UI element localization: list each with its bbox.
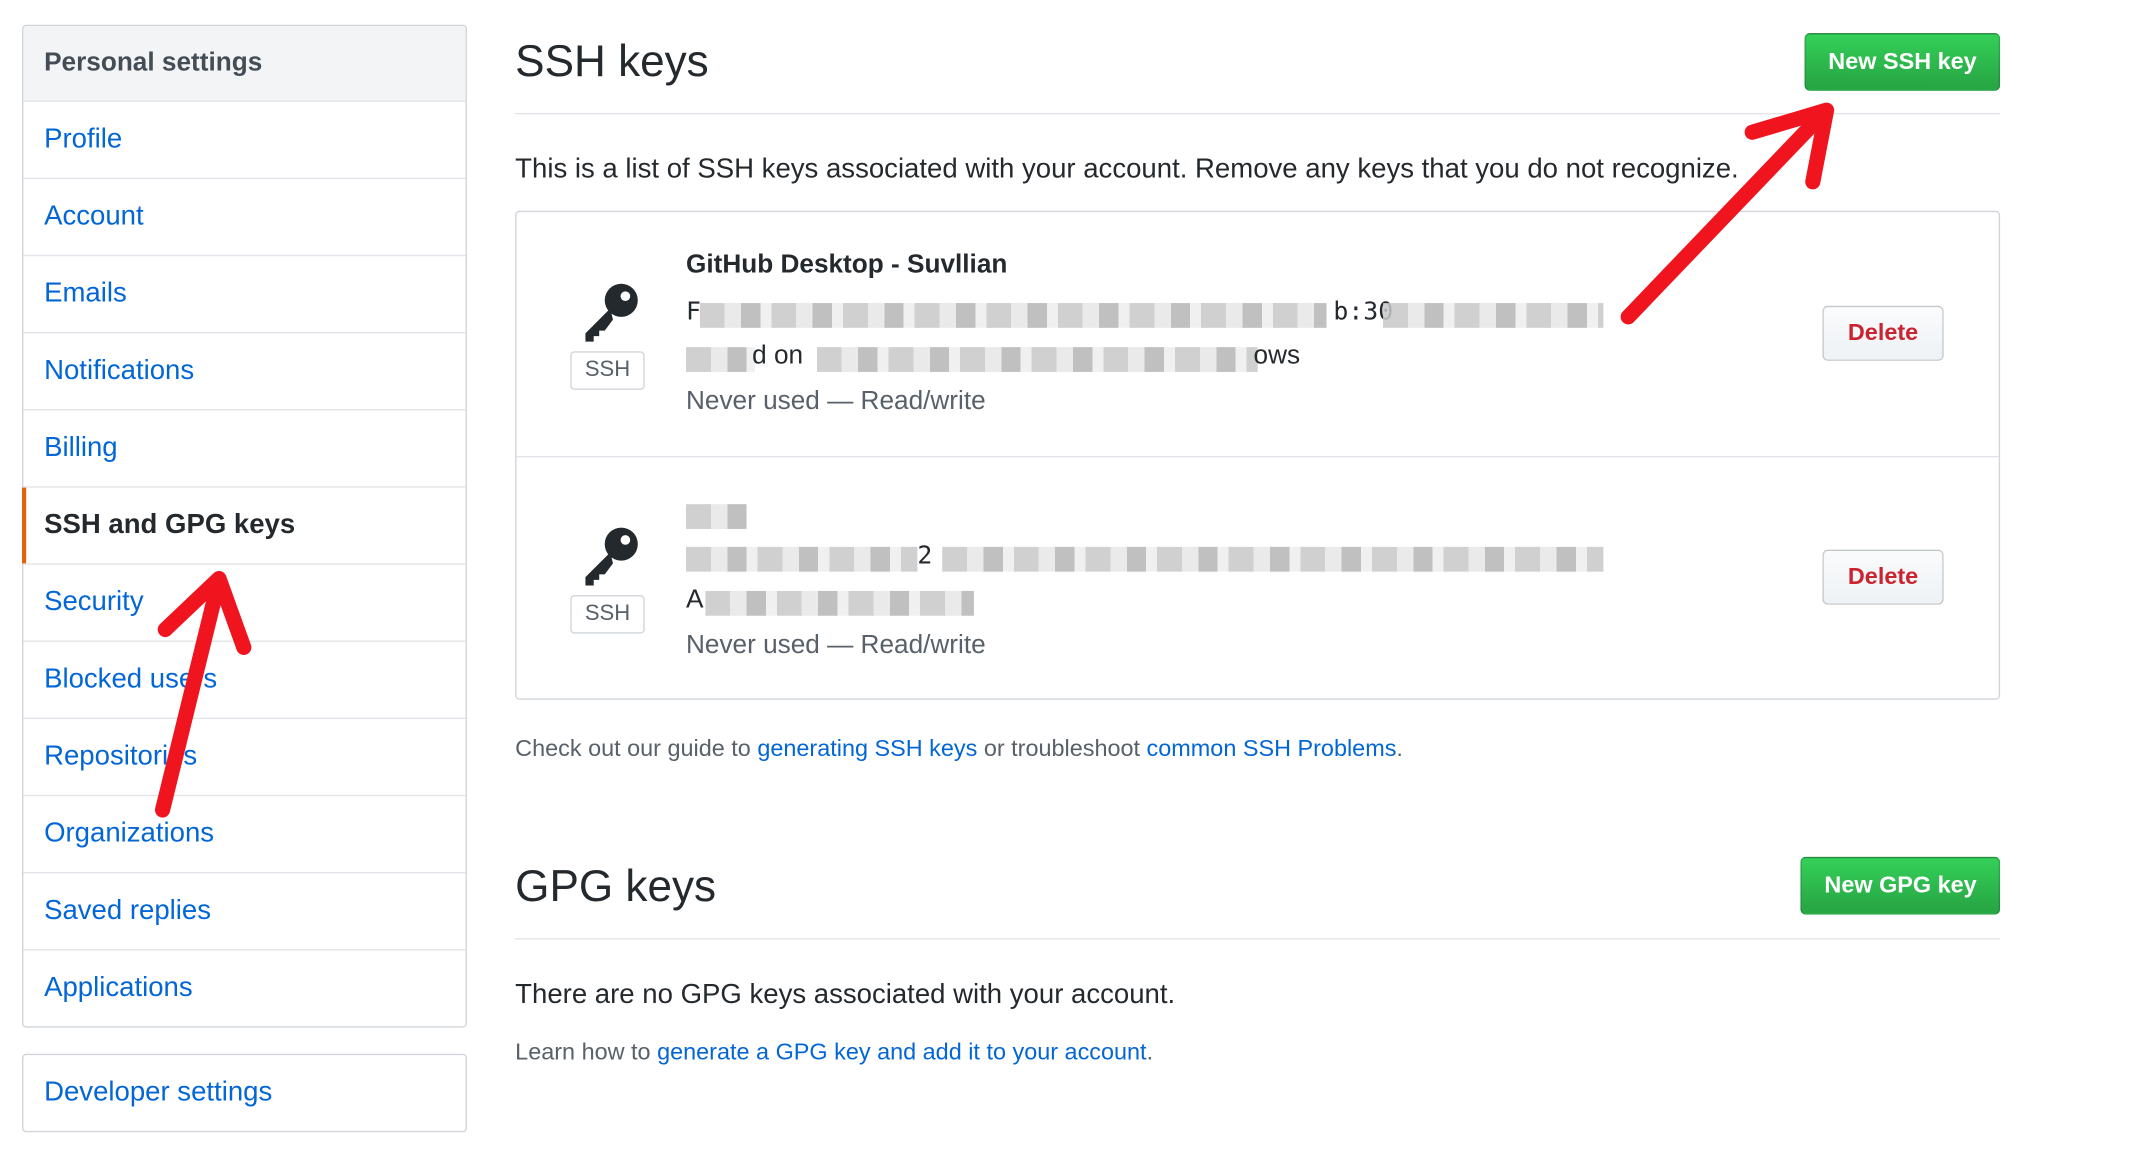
ssh-key-added: A <box>685 585 974 616</box>
redacted-added-prefix <box>685 347 755 372</box>
ssh-key-badge: SSH <box>570 351 645 390</box>
redacted-added <box>816 347 1258 372</box>
ssh-key-title: GitHub Desktop - Suvllian <box>685 250 1008 280</box>
ssh-keys-header: SSH keys New SSH key <box>515 0 2001 115</box>
ssh-keys-description: This is a list of SSH keys associated wi… <box>515 154 1739 185</box>
ssh-key-fingerprint: F b:30 <box>685 297 1604 328</box>
fingerprint-visible: 2 <box>917 541 933 571</box>
key-icon <box>585 283 638 342</box>
ssh-key-usage: Never used — Read/write <box>685 387 986 417</box>
sidebar-item-notifications[interactable]: Notifications <box>23 333 466 411</box>
new-gpg-key-button[interactable]: New GPG key <box>1800 856 2001 915</box>
ssh-keys-title: SSH keys <box>515 35 709 86</box>
gpg-keys-title: GPG keys <box>515 860 717 911</box>
sidebar-item-profile[interactable]: Profile <box>23 102 466 180</box>
redacted-fingerprint <box>685 546 918 572</box>
key-icon <box>585 527 638 586</box>
sidebar-item-billing[interactable]: Billing <box>23 410 466 488</box>
sidebar-item-blocked-users[interactable]: Blocked users <box>23 642 466 720</box>
learn-suffix: . <box>1146 1038 1154 1065</box>
guide-middle: or troubleshoot <box>977 735 1147 762</box>
sidebar-item-emails[interactable]: Emails <box>23 256 466 334</box>
redacted-fingerprint-tail <box>1383 303 1604 328</box>
settings-sidebar: Personal settings Profile Account Emails… <box>22 24 467 1028</box>
ssh-key-usage: Never used — Read/write <box>685 630 986 660</box>
gpg-keys-header: GPG keys New GPG key <box>515 827 2001 940</box>
ssh-keys-list: SSH GitHub Desktop - Suvllian F b:30 d o… <box>515 210 2001 700</box>
gpg-learn-note: Learn how to generate a GPG key and add … <box>515 1039 1153 1067</box>
sidebar-item-ssh-gpg-keys[interactable]: SSH and GPG keys <box>22 487 466 565</box>
page: Personal settings Profile Account Emails… <box>0 0 2138 1157</box>
sidebar-item-applications[interactable]: Applications <box>23 950 465 1026</box>
learn-prefix: Learn how to <box>515 1038 658 1065</box>
developer-settings-menu: Developer settings <box>22 1053 467 1133</box>
ssh-key-item: SSH GitHub Desktop - Suvllian F b:30 d o… <box>517 212 1999 454</box>
redacted-fingerprint <box>699 303 1327 328</box>
new-ssh-key-button[interactable]: New SSH key <box>1804 33 2001 91</box>
sidebar-item-account[interactable]: Account <box>23 179 466 257</box>
delete-ssh-key-button[interactable]: Delete <box>1822 549 1944 605</box>
redacted-fingerprint-tail <box>942 546 1604 572</box>
added-visible: A <box>685 585 704 615</box>
common-ssh-problems-link[interactable]: common SSH Problems <box>1147 736 1397 762</box>
ssh-guide-note: Check out our guide to generating SSH ke… <box>515 736 1403 764</box>
generate-gpg-key-link[interactable]: generate a GPG key and add it to your ac… <box>657 1039 1146 1065</box>
sidebar-item-repositories[interactable]: Repositories <box>23 719 466 797</box>
sidebar-item-saved-replies[interactable]: Saved replies <box>23 873 466 951</box>
added-visible: d on <box>752 341 804 371</box>
sidebar-item-organizations[interactable]: Organizations <box>23 796 466 874</box>
guide-suffix: . <box>1396 735 1403 762</box>
added-tail: ows <box>1253 341 1301 371</box>
gpg-empty-message: There are no GPG keys associated with yo… <box>515 979 1176 1010</box>
ssh-key-item: SSH 2 A Never used — Read/write Delete <box>516 455 1999 700</box>
sidebar-heading: Personal settings <box>23 26 466 102</box>
fingerprint-prefix: F <box>685 297 701 327</box>
redacted-title <box>685 504 747 529</box>
redacted-added <box>705 590 974 616</box>
guide-prefix: Check out our guide to <box>515 735 758 762</box>
delete-ssh-key-button[interactable]: Delete <box>1822 305 1944 361</box>
sidebar-item-security[interactable]: Security <box>23 565 466 642</box>
generating-ssh-keys-link[interactable]: generating SSH keys <box>757 736 977 762</box>
ssh-key-badge: SSH <box>570 595 645 634</box>
sidebar-item-developer-settings[interactable]: Developer settings <box>23 1055 465 1131</box>
